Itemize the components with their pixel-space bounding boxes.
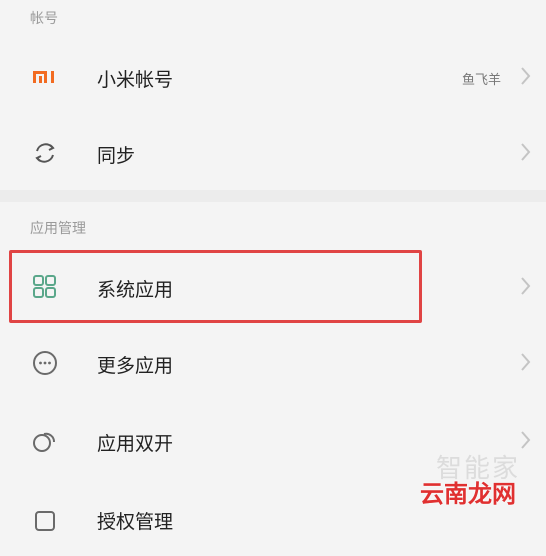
section-label-app-management: 应用管理 (30, 221, 86, 237)
highlight-box (9, 250, 422, 323)
settings-row-label: 更多应用 (97, 355, 174, 377)
mi-logo-icon (30, 62, 60, 92)
chevron-right-icon (520, 352, 532, 372)
settings-row-xiaomi-account[interactable]: 小米帐号 鱼飞羊 (0, 40, 546, 114)
sync-icon (30, 138, 60, 168)
settings-row-label: 授权管理 (97, 511, 174, 533)
watermark-brand-text: 云南龙网 (420, 480, 516, 508)
settings-row-more-apps[interactable]: 更多应用 (0, 326, 546, 400)
chevron-right-icon (520, 142, 532, 162)
chevron-right-icon (520, 430, 532, 450)
chevron-right-icon (520, 66, 532, 86)
settings-row-label: 应用双开 (97, 433, 174, 455)
more-circle-icon (30, 348, 60, 378)
section-label-account: 帐号 (30, 11, 58, 27)
authorization-icon (30, 504, 60, 534)
account-name-value: 鱼飞羊 (461, 73, 501, 88)
chevron-right-icon (520, 276, 532, 296)
section-divider (0, 190, 546, 202)
dual-app-icon (30, 426, 60, 456)
settings-row-sync[interactable]: 同步 (0, 116, 546, 190)
settings-row-label: 小米帐号 (97, 69, 174, 91)
settings-row-label: 同步 (97, 145, 136, 167)
